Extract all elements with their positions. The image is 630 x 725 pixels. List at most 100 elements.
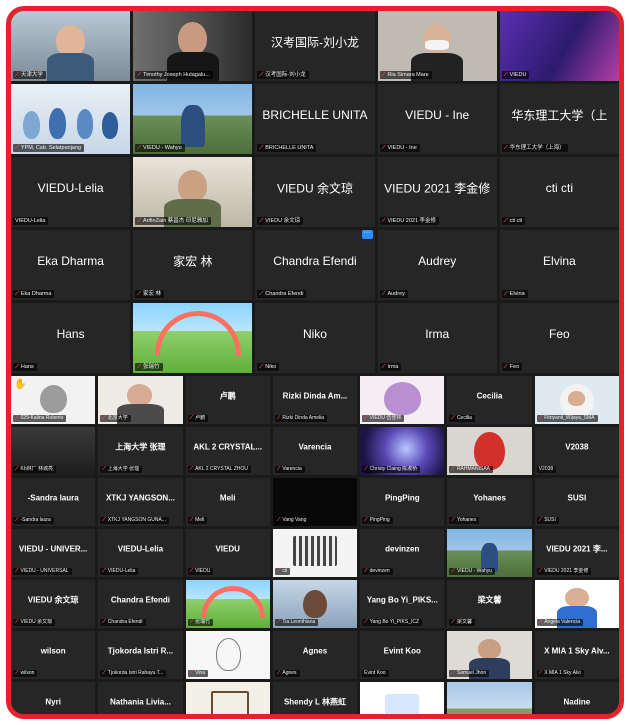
participant-tile[interactable]: VIEDU - Ine ⟋ VIEDU - Ine	[377, 84, 497, 154]
participant-tile[interactable]: Feo ⟋ Feo	[499, 303, 619, 373]
participant-tile[interactable]: ⟋ 天津大学	[11, 11, 131, 81]
participant-tile[interactable]: Evint Koo Evint Koo	[360, 631, 445, 679]
participant-tile[interactable]: VIEDU 2021 李... ⟋ VIEDU 2021 李金修	[534, 529, 619, 577]
participant-tile[interactable]: Nathania Livia...	[98, 682, 183, 714]
participant-label: ⟋ cti cti	[501, 217, 526, 225]
mic-muted-icon: ⟋	[102, 415, 106, 421]
participant-tile[interactable]: ⟋ RAHMANISAA	[447, 427, 532, 475]
participant-tile[interactable]: ⟋ VIEDU - Wahyu	[447, 529, 532, 577]
participant-tile[interactable]: VIEDU-Lelia VIEDU-Lelia	[11, 157, 131, 227]
participant-tile[interactable]: Elvina ⟋ Elvina	[499, 230, 619, 300]
participant-tile[interactable]: Yang Bo Yi_PIKS... ⟋ Yang Bo Yi_PIKS_ICZ	[360, 580, 445, 628]
mic-muted-icon: ⟋	[276, 670, 281, 676]
participant-tile[interactable]: ⟋ Kh林厂 林城亮	[11, 427, 96, 475]
participant-tile[interactable]: Irma ⟋ Irma	[377, 303, 497, 373]
participant-tile[interactable]: PingPing ⟋ PingPing	[360, 478, 445, 526]
mic-muted-icon: ⟋	[259, 364, 264, 370]
participant-name: Yang Bo Yi_PIKS...	[366, 595, 438, 605]
participant-tile[interactable]: ⟋ Fitriyanti_Wijaya_SMA	[534, 376, 619, 424]
participant-tile[interactable]: Audrey ⟋ Audrey	[377, 230, 497, 300]
participant-tile[interactable]: 卢鹏 ⟋ 卢鹏	[185, 376, 270, 424]
participant-tile[interactable]: Niko ⟋ Niko	[255, 303, 375, 373]
participant-tile[interactable]: -Sandra laura ⟋ -Sandra laura	[11, 478, 96, 526]
participant-tile[interactable]: 梁文馨 ⟋ 梁文馨	[447, 580, 532, 628]
participant-tile[interactable]: ⟋ Samuel Jhon	[447, 631, 532, 679]
participant-tile[interactable]: ⟋ 北京大学	[98, 376, 183, 424]
participant-tile[interactable]: ⟋ Ria Simara Mare	[377, 11, 497, 81]
participant-tile[interactable]: VIEDU ⟋ VIEDU	[185, 529, 270, 577]
participant-tile[interactable]: V2038 V2038	[534, 427, 619, 475]
mic-muted-icon: ⟋	[276, 415, 281, 421]
participant-tile[interactable]: 华东理工大学（上 ⟋ 华东理工大学（上海）	[499, 84, 619, 154]
participant-tile[interactable]: ⟋ 张瑞竹	[133, 303, 253, 373]
participant-tile[interactable]: ⟋ Angela Valencia	[534, 580, 619, 628]
participant-tile[interactable]: ⟋ Vina	[185, 631, 270, 679]
participant-label: ⟋ XTKJ YANGSON GUNA...	[100, 517, 169, 524]
participant-tile[interactable]: X MIA 1 Sky Alv... ⟋ X MIA 1 Sky Alvi	[534, 631, 619, 679]
participant-label-text: RAHMANISAA	[456, 466, 490, 472]
mic-muted-icon: ⟋	[381, 291, 386, 297]
options-icon[interactable]: ···	[361, 230, 373, 239]
participant-label-text: Kh林厂 林城亮	[20, 466, 54, 472]
participant-tile[interactable]: Nyri	[11, 682, 96, 714]
participant-tile[interactable]: BRICHELLE UNITA ⟋ BRICHELLE UNITA	[255, 84, 375, 154]
participant-label: ⟋ 张瑞竹	[187, 619, 214, 626]
participant-tile[interactable]: Yohanes ⟋ Yohanes	[447, 478, 532, 526]
participant-tile[interactable]: Meli ⟋ Meli	[185, 478, 270, 526]
participant-label: ⟋ VIEDU - Wahyu	[135, 144, 185, 152]
participant-tile[interactable]: Varencia ⟋ Varencia	[272, 427, 358, 475]
participant-tile[interactable]: Nadine	[534, 682, 619, 714]
participant-tile[interactable]: ⟋ cti	[272, 529, 358, 577]
participant-label-text: VIEDU 2021 李金修	[544, 568, 589, 574]
participant-label: ⟋ 张瑞竹	[135, 363, 163, 371]
participant-tile[interactable]: ⟋ VIEDU - Wahyu	[133, 84, 253, 154]
participant-label-text: 梁文馨	[456, 619, 472, 625]
participant-tile[interactable]: ⟋ Christy Claing 陈淑桥	[360, 427, 445, 475]
participant-tile[interactable]: Hans ⟋ Hans	[11, 303, 131, 373]
participant-label-text: AKL 2 CRYSTAL ZHOU	[195, 466, 248, 472]
participant-tile[interactable]: 汉考国际-刘小龙 ⟋ 汉考国际-刘小龙	[255, 11, 375, 81]
participant-label: ⟋ 029-Kalina Roberts	[13, 415, 67, 422]
participant-tile[interactable]: ✋ ⟋ 029-Kalina Roberts	[11, 376, 96, 424]
participant-tile[interactable]: ⟋ VIEDU	[499, 11, 619, 81]
participant-tile[interactable]: ⟋ ArifinZain 蔡昌杰 印尼雅加	[133, 157, 253, 227]
participant-name: Niko	[302, 326, 327, 341]
participant-tile[interactable]: Agnes ⟋ Agnes	[272, 631, 358, 679]
participant-tile[interactable]: Cecilia ⟋ Cecilia	[447, 376, 532, 424]
participant-tile[interactable]: ⟋ Timothy Joseph Hutagalu...	[133, 11, 253, 81]
participant-name: Evint Koo	[383, 646, 421, 656]
participant-tile[interactable]: devinzen ⟋ devinzen	[360, 529, 445, 577]
participant-tile[interactable]: ⟋ Tia Leonthiana	[272, 580, 358, 628]
participant-tile[interactable]: Tjokorda Istri R... ⟋ Tjokorda Istri Rahay…	[98, 631, 183, 679]
participant-tile[interactable]: ⟋ Vang Vang	[272, 478, 358, 526]
participant-tile[interactable]	[360, 682, 445, 714]
participant-tile[interactable]: VIEDU - UNIVER... ⟋ VIEDU - UNIVERSAL	[11, 529, 96, 577]
participant-tile[interactable]: VIEDU 2021 李金修 ⟋ VIEDU 2021 李金修	[377, 157, 497, 227]
participant-tile[interactable]: 上海大学 张理 ⟋ 上海大学 张理	[98, 427, 183, 475]
participant-tile[interactable]: Shendy L 林燕虹	[272, 682, 358, 714]
participant-tile[interactable]: SUSI ⟋ SUSI	[534, 478, 619, 526]
participant-tile[interactable]	[447, 682, 532, 714]
participant-tile[interactable]: Chandra Efendi ··· ⟋ Chandra Efendi	[255, 230, 375, 300]
participant-tile[interactable]: XTKJ YANGSON... ⟋ XTKJ YANGSON GUNA...	[98, 478, 183, 526]
participant-tile[interactable]: VIEDU 余文琼 ⟋ VIEDU 余文琼	[255, 157, 375, 227]
participant-tile[interactable]: VIEDU 余文琼 ⟋ VIEDU 余文琼	[11, 580, 96, 628]
participant-tile[interactable]: ⟋ VIEDU 伍佳林	[360, 376, 445, 424]
participant-tile[interactable]: 家宏 林 ⟋ 家宏 林	[133, 230, 253, 300]
participant-label: VIEDU-Lelia	[13, 217, 49, 225]
mic-muted-icon: ⟋	[137, 218, 142, 224]
participant-label: ⟋ Meli	[187, 517, 208, 524]
participant-tile[interactable]: cti cti ⟋ cti cti	[499, 157, 619, 227]
participant-name: cti cti	[545, 180, 574, 195]
participant-label: ⟋ Agnes	[274, 670, 300, 677]
participant-tile[interactable]	[185, 682, 270, 714]
participant-tile[interactable]: Chandra Efendi ⟋ Chandra Efendi	[98, 580, 183, 628]
participant-tile[interactable]: VIEDU-Lelia ⟋ VIEDU-Lelia	[98, 529, 183, 577]
participant-tile[interactable]: ⟋ YPM, Cab. Selatpanjang	[11, 84, 131, 154]
participant-tile[interactable]: AKL 2 CRYSTAL... ⟋ AKL 2 CRYSTAL ZHOU	[185, 427, 270, 475]
participant-tile[interactable]: ⟋ 张瑞竹	[185, 580, 270, 628]
participant-tile[interactable]: Rizki Dinda Am... ⟋ Rizki Dinda Amelia	[272, 376, 358, 424]
participant-tile[interactable]: wilson ⟋ wilson	[11, 631, 96, 679]
participant-label-text: Tia Leonthiana	[282, 619, 316, 625]
participant-tile[interactable]: Eka Dharma ⟋ Eka Dharma	[11, 230, 131, 300]
